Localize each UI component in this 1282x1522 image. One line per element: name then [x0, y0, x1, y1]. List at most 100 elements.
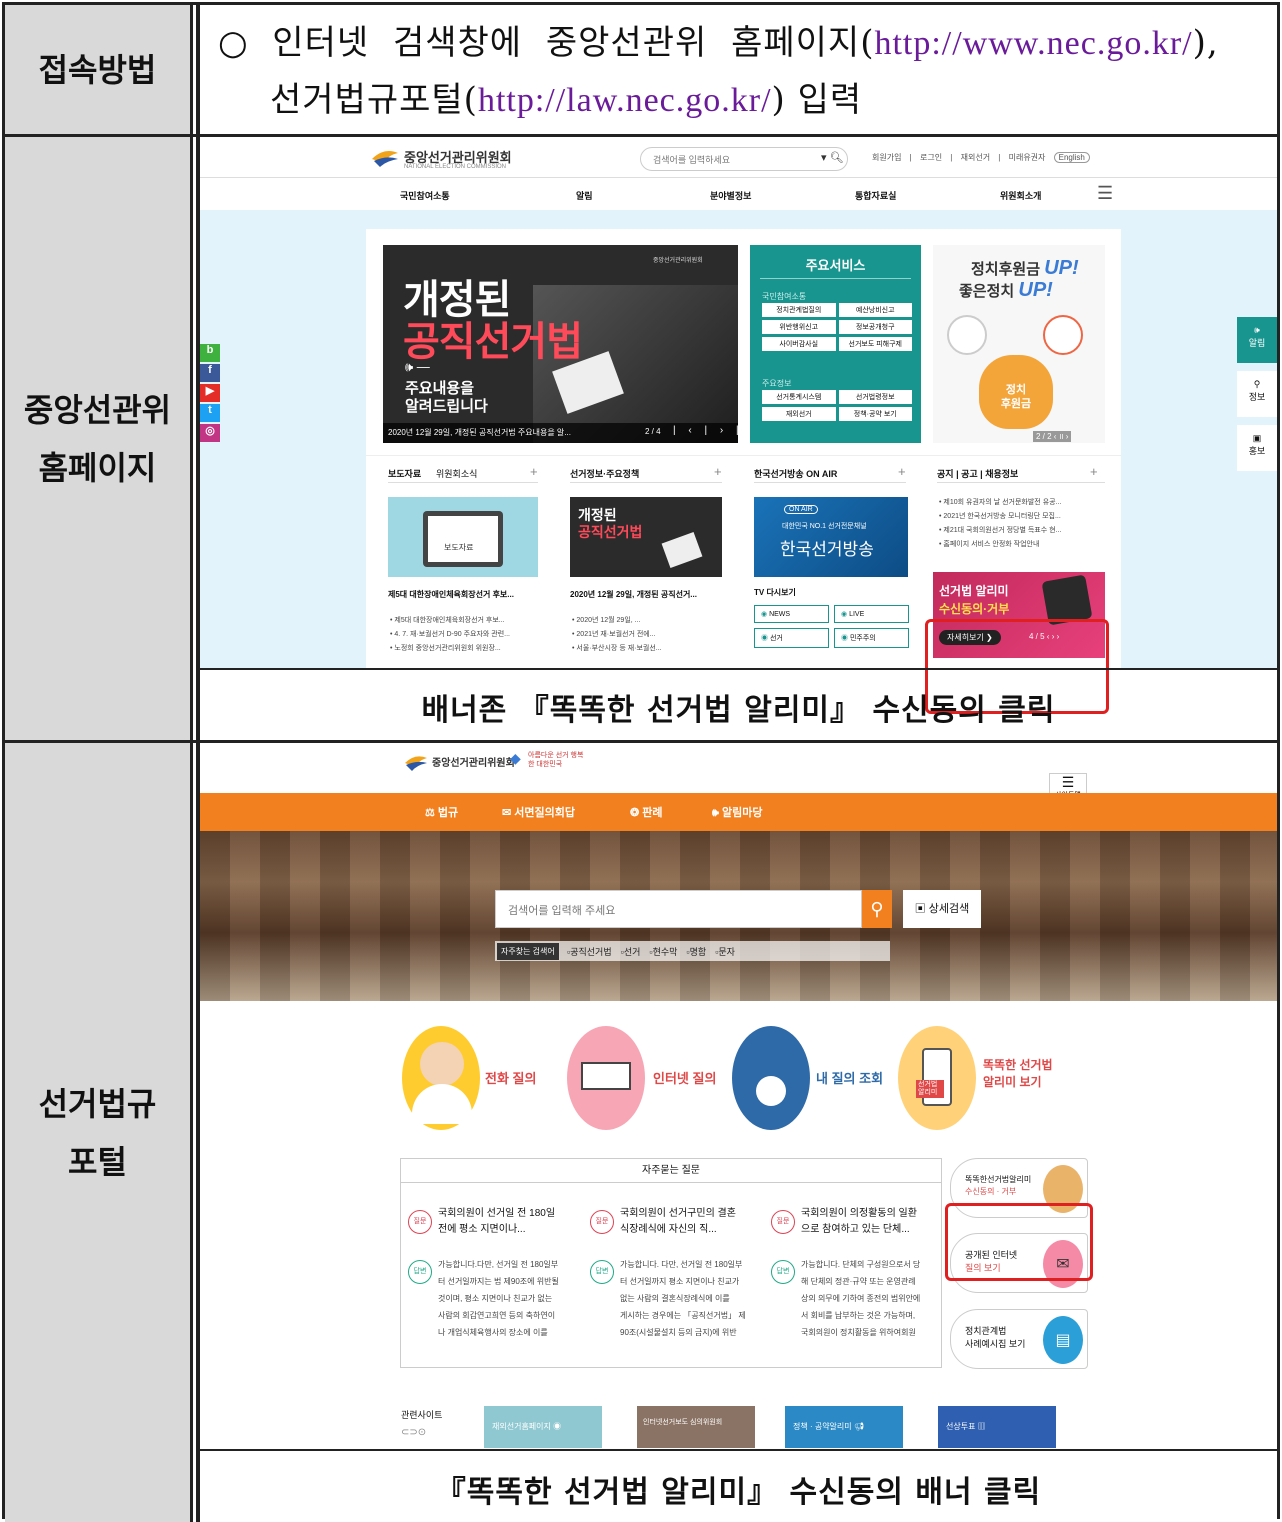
- nav-item-law[interactable]: ⚖ 법규: [425, 804, 458, 820]
- service-button[interactable]: 정책·공약 보기: [838, 407, 912, 421]
- service-button[interactable]: 사이버감사실: [762, 337, 836, 351]
- service-button[interactable]: 예산낭비신고: [838, 303, 912, 317]
- fund-pager[interactable]: 2 / 2 ‹ ॥ ›: [1033, 431, 1072, 442]
- list-item[interactable]: • 2020년 12월 29일, ...: [572, 615, 641, 625]
- related-controls[interactable]: ⊂⊃⊙: [401, 1427, 426, 1438]
- nav-item[interactable]: 국민참여소통: [400, 189, 450, 202]
- phone-inquiry-icon[interactable]: [402, 1026, 480, 1130]
- nec-util-links[interactable]: 회원가입 | 로그인 | 재외선거 | 미래유권자 English: [872, 152, 1090, 163]
- press-headline[interactable]: 제5대 대한장애인체육회장선거 후보...: [388, 589, 514, 600]
- list-item[interactable]: • 노정희 중앙선거관리위원회 위원장...: [390, 643, 501, 653]
- util-link[interactable]: 미래유권자: [1009, 153, 1046, 162]
- nav-item-notice[interactable]: 🕪︎ 알림마당: [712, 804, 762, 820]
- my-inquiry-link[interactable]: 내 질의 조회: [816, 1068, 883, 1087]
- related-site[interactable]: 선상투표 ▥: [938, 1406, 1056, 1448]
- law-logo-text[interactable]: 중앙선거관리위원회: [432, 754, 515, 769]
- law-search-input[interactable]: 검색어를 입력해 주세요: [495, 890, 862, 928]
- service-button[interactable]: 재외선거: [762, 407, 836, 421]
- util-link[interactable]: 회원가입: [872, 153, 901, 162]
- youtube-icon[interactable]: ▶: [200, 384, 220, 402]
- law-url-link[interactable]: http://law.nec.go.kr/: [478, 82, 772, 119]
- my-inquiry-icon[interactable]: [732, 1026, 810, 1130]
- search-button[interactable]: ⚲: [862, 890, 892, 928]
- alimi-icon[interactable]: 선거법 알리미: [898, 1026, 976, 1130]
- service-button[interactable]: 위반행위신고: [762, 320, 836, 334]
- keyword[interactable]: 현수막: [653, 947, 678, 957]
- service-button[interactable]: 선거보도 피해구제: [838, 337, 912, 351]
- tab-commission-news[interactable]: 위원회소식: [436, 467, 477, 480]
- plus-icon[interactable]: +: [714, 464, 722, 479]
- hot-keywords[interactable]: ▫공직선거법 ▫선거 ▫현수막 ▫명함 ▫문자: [567, 945, 735, 958]
- util-link[interactable]: 로그인: [920, 153, 942, 162]
- tab-press[interactable]: 보도자료: [388, 467, 421, 480]
- side-card-cases[interactable]: 정치관계법 사례예시집 보기 ▤: [950, 1309, 1088, 1369]
- side-tab-notice[interactable]: 🕪︎ 알림: [1237, 317, 1277, 363]
- keyword[interactable]: 문자: [718, 947, 735, 957]
- nec-url-link[interactable]: http://www.nec.go.kr/: [874, 25, 1192, 62]
- list-item[interactable]: • 2021년 재·보궐선거 전에...: [572, 629, 656, 639]
- list-item[interactable]: • 홈페이지 서비스 안정화 작업안내: [939, 539, 1039, 549]
- keyword[interactable]: 공직선거법: [570, 947, 611, 957]
- list-item[interactable]: • 4. 7. 재·보궐선거 D-90 주요자와 관련...: [390, 629, 510, 639]
- hero-arrows[interactable]: | ‹ | › | ›: [673, 425, 738, 436]
- tab-recruit[interactable]: 채용정보: [985, 469, 1018, 479]
- instagram-icon[interactable]: ◎: [200, 424, 220, 442]
- service-button[interactable]: 정치관계법질의: [762, 303, 836, 317]
- notice-tabs[interactable]: 공지 | 공고 | 채용정보: [937, 467, 1018, 480]
- press-thumb[interactable]: 보도자료: [388, 497, 538, 577]
- side-tab-pr[interactable]: ▣ 홍보: [1237, 425, 1277, 471]
- list-item[interactable]: • 서울·부산시장 등 재·보궐선...: [572, 643, 662, 653]
- phone-inquiry-link[interactable]: 전화 질의: [485, 1068, 536, 1087]
- related-site[interactable]: 재외선거홈페이지 ◉: [484, 1406, 602, 1448]
- internet-inquiry-icon[interactable]: [567, 1026, 645, 1130]
- nav-item-precedent[interactable]: ❂ 판례: [630, 804, 663, 820]
- nav-item[interactable]: 통합자료실: [855, 189, 896, 202]
- nec-search-input[interactable]: 검색어를 입력하세요 ▾ 🔍︎: [640, 147, 848, 171]
- faq-question[interactable]: 국회의원이 의정활동의 일환 으로 참여하고 있는 단체...: [801, 1206, 917, 1238]
- facebook-icon[interactable]: f: [200, 364, 220, 382]
- nav-item[interactable]: 위원회소개: [1000, 189, 1041, 202]
- tv-headline[interactable]: TV 다시보기: [754, 587, 796, 598]
- list-item[interactable]: • 제5대 대한장애인체육회장선거 후보...: [390, 615, 505, 625]
- tv-button[interactable]: NEWS: [769, 611, 790, 618]
- list-item[interactable]: • 제10회 유권자의 날 선거문화발전 유공...: [939, 497, 1061, 507]
- internet-inquiry-link[interactable]: 인터넷 질의: [653, 1068, 716, 1087]
- tv-thumb[interactable]: ON AIR 대한민국 NO.1 선거전문채널 한국선거방송: [754, 497, 908, 577]
- policy-headline[interactable]: 2020년 12월 29일, 개정된 공직선거...: [570, 589, 697, 600]
- tab-tv[interactable]: 한국선거방송 ON AIR: [754, 467, 837, 480]
- service-button[interactable]: 정보공개청구: [838, 320, 912, 334]
- twitter-icon[interactable]: t: [200, 404, 220, 422]
- list-item[interactable]: • 제21대 국회의원선거 정당별 득표수 현...: [939, 525, 1061, 535]
- faq-question[interactable]: 국회의원이 선거일 전 180일 전에 평소 지면이나...: [438, 1206, 555, 1238]
- policy-thumb[interactable]: 개정된 공직선거법: [570, 497, 722, 577]
- util-link[interactable]: 재외선거: [961, 153, 990, 162]
- related-site[interactable]: 인터넷선거보도 심의위원회: [637, 1406, 755, 1448]
- tv-button[interactable]: LIVE: [849, 611, 864, 618]
- service-button[interactable]: 선거법령정보: [838, 390, 912, 404]
- nav-item[interactable]: 알림: [576, 189, 593, 202]
- tab-notice[interactable]: 공지: [937, 469, 954, 479]
- fund-banner[interactable]: 정치후원금 UP! 좋은정치 UP! 정치 후원금 2 / 2 ‹ ॥ ›: [933, 245, 1105, 443]
- tv-button[interactable]: 선거: [770, 635, 783, 642]
- side-tab-info[interactable]: ⚲ 정보: [1237, 371, 1277, 417]
- blog-icon[interactable]: b: [200, 344, 220, 362]
- english-button[interactable]: English: [1053, 152, 1090, 163]
- plus-icon[interactable]: +: [1090, 464, 1098, 479]
- faq-question[interactable]: 국회의원이 선거구민의 결혼 식장례식에 자신의 직...: [620, 1206, 736, 1238]
- related-site[interactable]: 정책 · 공약알리미 📢︎: [785, 1406, 903, 1448]
- hero-banner[interactable]: 개정된 공직선거법 🕪︎ — 주요내용을 알려드립니다 중앙선거관리위원회 20…: [383, 245, 738, 443]
- tab-announcement[interactable]: 공고: [961, 469, 978, 479]
- service-button[interactable]: 선거통계시스템: [762, 390, 836, 404]
- alimi-link[interactable]: 똑똑한 선거법: [983, 1056, 1053, 1073]
- menu-icon[interactable]: ☰: [1097, 183, 1113, 204]
- list-item[interactable]: • 2021년 한국선거방송 모니터링단 모집...: [939, 511, 1061, 521]
- keyword[interactable]: 명함: [690, 947, 707, 957]
- nav-item[interactable]: 분야별정보: [710, 189, 751, 202]
- tv-button[interactable]: 민주주의: [850, 635, 876, 642]
- plus-icon[interactable]: +: [898, 464, 906, 479]
- search-icon[interactable]: ▾ 🔍︎: [821, 151, 844, 164]
- alimi-link[interactable]: 알리미 보기: [983, 1073, 1042, 1090]
- keyword[interactable]: 선거: [624, 947, 641, 957]
- nav-item-written[interactable]: ✉ 서면질의회답: [502, 804, 575, 820]
- advanced-search-button[interactable]: ▣ 상세검색: [903, 890, 981, 928]
